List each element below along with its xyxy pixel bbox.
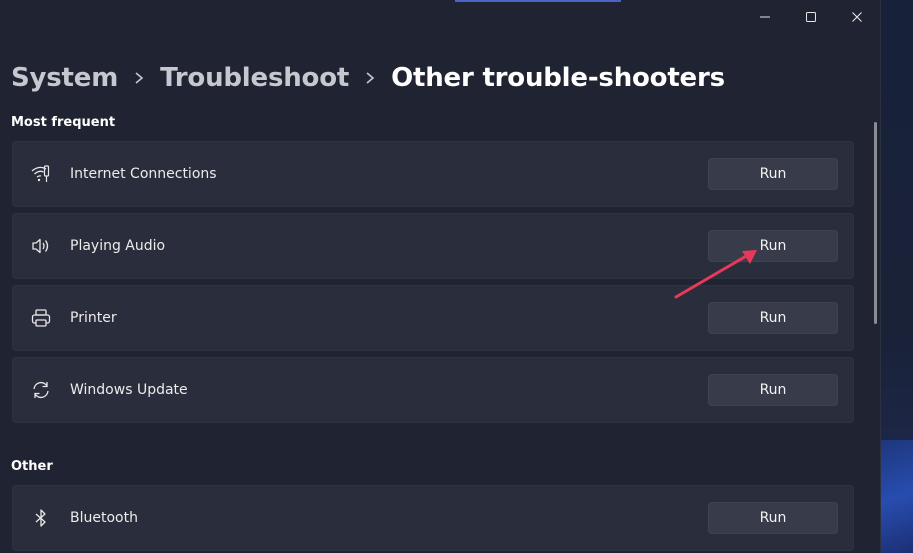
wifi-icon: [29, 162, 53, 186]
run-button-windows-update[interactable]: Run: [708, 374, 838, 406]
refresh-icon: [29, 378, 53, 402]
maximize-button[interactable]: [788, 2, 834, 32]
close-icon: [852, 12, 862, 22]
section-title-most-frequent: Most frequent: [11, 115, 116, 130]
chevron-right-icon: [365, 71, 375, 85]
troubleshooter-label: Internet Connections: [70, 166, 217, 182]
troubleshooter-label: Windows Update: [70, 382, 188, 398]
troubleshooter-row-bluetooth: Bluetooth Run: [12, 485, 854, 551]
troubleshooter-label: Playing Audio: [70, 238, 166, 254]
bluetooth-icon: [29, 506, 53, 530]
page-title: Other trouble-shooters: [391, 63, 725, 93]
maximize-icon: [806, 12, 816, 22]
minimize-button[interactable]: [742, 2, 788, 32]
run-button-audio[interactable]: Run: [708, 230, 838, 262]
troubleshooter-row-printer: Printer Run: [12, 285, 854, 351]
printer-icon: [29, 306, 53, 330]
section-title-other: Other: [11, 459, 53, 474]
chevron-right-icon: [134, 71, 144, 85]
troubleshooter-label: Bluetooth: [70, 510, 138, 526]
troubleshooter-row-internet: Internet Connections Run: [12, 141, 854, 207]
breadcrumb: System Troubleshoot Other trouble-shoote…: [11, 58, 725, 98]
desktop-wallpaper-edge: [880, 440, 913, 553]
run-button-internet[interactable]: Run: [708, 158, 838, 190]
troubleshooter-label: Printer: [70, 310, 117, 326]
settings-window: System Troubleshoot Other trouble-shoote…: [0, 0, 881, 553]
speaker-icon: [29, 234, 53, 258]
breadcrumb-system[interactable]: System: [11, 63, 118, 93]
troubleshooter-row-audio: Playing Audio Run: [12, 213, 854, 279]
breadcrumb-troubleshoot[interactable]: Troubleshoot: [160, 63, 349, 93]
window-top-accent: [455, 0, 621, 2]
run-button-printer[interactable]: Run: [708, 302, 838, 334]
scrollbar-thumb[interactable]: [874, 122, 877, 324]
troubleshooter-row-windows-update: Windows Update Run: [12, 357, 854, 423]
run-button-bluetooth[interactable]: Run: [708, 502, 838, 534]
close-button[interactable]: [834, 2, 880, 32]
minimize-icon: [760, 16, 770, 18]
